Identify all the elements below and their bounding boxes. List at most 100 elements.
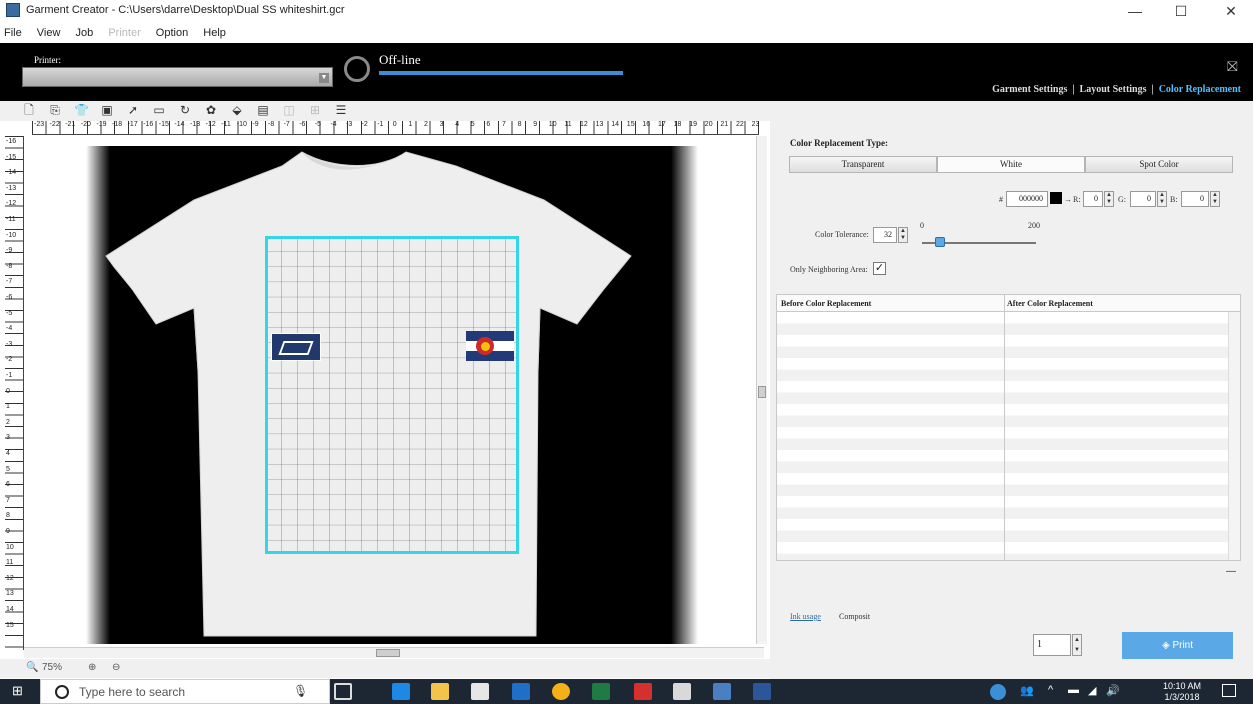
ruler-tick-label: -15: [6, 153, 17, 161]
copies-stepper[interactable]: ▲ ▼: [1072, 634, 1082, 656]
collapse-icon[interactable]: —: [1226, 566, 1236, 577]
ruler-tick-label: -2: [6, 356, 13, 364]
ruler-tick-label: -22: [49, 121, 60, 128]
ruler-tick-label: -18: [112, 121, 123, 128]
type-transparent-button[interactable]: Transparent: [789, 156, 937, 173]
slider-max-label: 200: [1028, 221, 1040, 230]
b-stepper[interactable]: ▲ ▼: [1210, 191, 1220, 207]
taskbar-search[interactable]: Type here to search: [40, 679, 330, 704]
table-rows[interactable]: [777, 312, 1229, 560]
neighboring-checkbox[interactable]: ✓: [873, 262, 886, 275]
chevron-up-icon[interactable]: ^: [1048, 684, 1053, 696]
menu-option[interactable]: Option: [156, 24, 188, 42]
ruler-tick-label: -4: [6, 325, 13, 333]
volume-icon[interactable]: 🔊: [1106, 684, 1120, 697]
tab-garment-settings[interactable]: Garment Settings: [992, 84, 1067, 95]
tolerance-slider-thumb[interactable]: [935, 237, 946, 247]
task-view-icon[interactable]: [334, 683, 352, 700]
notifications-icon[interactable]: [1222, 684, 1236, 697]
type-white-button[interactable]: White: [937, 156, 1085, 173]
arrow-icon: →: [1064, 195, 1072, 204]
zoom-bar: 🔍 75% ⊕ ⊖: [0, 659, 770, 678]
new-icon[interactable]: 🗋: [22, 104, 36, 117]
printer-select[interactable]: ▼: [22, 67, 333, 87]
design-canvas[interactable]: [24, 136, 759, 644]
store-icon[interactable]: [471, 683, 489, 700]
column-divider: [1004, 295, 1005, 560]
left-chest-logo[interactable]: [271, 333, 321, 361]
chrome-icon[interactable]: [552, 683, 570, 700]
tab-color-replacement[interactable]: Color Replacement: [1159, 84, 1241, 95]
pointer-icon[interactable]: ➚: [126, 104, 140, 117]
ink-usage-tab[interactable]: Ink usage: [790, 612, 821, 621]
menu-printer[interactable]: Printer: [108, 24, 140, 42]
menu-view[interactable]: View: [37, 24, 61, 42]
palette-icon[interactable]: ✿: [204, 104, 218, 117]
garment-icon[interactable]: 👕: [74, 104, 89, 117]
tolerance-stepper[interactable]: ▲ ▼: [898, 227, 908, 243]
minimize-button[interactable]: —: [1113, 0, 1157, 22]
color-swatch[interactable]: [1050, 192, 1062, 204]
save-icon[interactable]: ▣: [100, 104, 114, 117]
type-spot-color-button[interactable]: Spot Color: [1085, 156, 1233, 173]
toolbar: [0, 101, 770, 121]
edge-icon[interactable]: [392, 683, 410, 700]
align-icon[interactable]: ◫: [282, 104, 296, 117]
ruler-tick-label: -12: [205, 121, 216, 128]
layers-icon[interactable]: ▤: [256, 104, 270, 117]
close-button[interactable]: ✕: [1209, 0, 1253, 22]
open-icon[interactable]: ⎘: [48, 104, 62, 117]
network-icon[interactable]: ◢: [1088, 684, 1096, 697]
vertical-ruler-labels: -16 -15 -14 -13 -12 -11 -10 -9 -8 -7 -6 -5 -4 -3 -2 -1 0…: [5, 136, 23, 650]
scroll-thumb[interactable]: [758, 386, 766, 398]
canvas-vertical-scrollbar[interactable]: [756, 136, 767, 644]
zoom-out-icon[interactable]: ⊖: [112, 662, 120, 673]
title-bar: Garment Creator - C:\Users\darre\Desktop…: [0, 0, 1253, 22]
excel-icon[interactable]: [592, 683, 610, 700]
distribute-icon[interactable]: ⊞: [308, 104, 322, 117]
taskbar-clock[interactable]: 10:10 AM 1/3/2018: [1163, 681, 1201, 703]
zoom-in-icon[interactable]: ⊕: [88, 662, 96, 673]
r-stepper[interactable]: ▲ ▼: [1104, 191, 1114, 207]
garment-creator-icon[interactable]: [673, 683, 691, 700]
zoom-icon[interactable]: 🔍: [26, 662, 38, 673]
menu-file[interactable]: File: [4, 24, 22, 42]
r-input[interactable]: 0: [1083, 191, 1103, 207]
g-stepper[interactable]: ▲ ▼: [1157, 191, 1167, 207]
rotate-icon[interactable]: ↻: [178, 104, 192, 117]
table-scrollbar[interactable]: [1228, 312, 1240, 560]
list-icon[interactable]: ☰: [334, 104, 348, 117]
maximize-button[interactable]: ☐: [1159, 0, 1203, 22]
people-icon[interactable]: 👥: [1020, 684, 1034, 697]
word-icon[interactable]: [753, 683, 771, 700]
outlook-icon[interactable]: [512, 683, 530, 700]
right-chest-flag-logo[interactable]: [466, 331, 514, 361]
ruler-tick-label: -16: [6, 138, 17, 145]
composite-tab[interactable]: Composit: [839, 612, 870, 621]
ruler-tick-label: 12: [6, 574, 14, 582]
ruler-tick-label: -2: [361, 121, 368, 128]
b-input[interactable]: 0: [1181, 191, 1209, 207]
tolerance-input[interactable]: 32: [873, 227, 897, 243]
help-icon[interactable]: [990, 684, 1006, 700]
hex-input[interactable]: 000000: [1006, 191, 1048, 207]
g-input[interactable]: 0: [1130, 191, 1156, 207]
battery-icon[interactable]: ▬: [1068, 684, 1079, 696]
microphone-icon[interactable]: 🎙: [293, 684, 308, 698]
acrobat-icon[interactable]: [634, 683, 652, 700]
scroll-thumb[interactable]: [376, 649, 400, 657]
canvas-horizontal-scrollbar[interactable]: [24, 647, 764, 658]
menu-help[interactable]: Help: [203, 24, 226, 42]
print-button[interactable]: ◈ Print: [1122, 632, 1233, 659]
file-explorer-icon[interactable]: [431, 683, 449, 700]
copies-input[interactable]: 1: [1033, 634, 1071, 656]
photos-icon[interactable]: [713, 683, 731, 700]
print-label: Print: [1172, 640, 1194, 651]
tab-layout-settings[interactable]: Layout Settings: [1080, 84, 1147, 95]
window-title: Garment Creator - C:\Users\darre\Desktop…: [26, 4, 345, 16]
rectangle-icon[interactable]: ▭: [152, 104, 166, 117]
windows-start-icon[interactable]: ⊞: [12, 684, 26, 698]
print-area-grid: [265, 236, 519, 554]
paint-bucket-icon[interactable]: ⬙: [230, 104, 244, 117]
menu-job[interactable]: Job: [76, 24, 94, 42]
